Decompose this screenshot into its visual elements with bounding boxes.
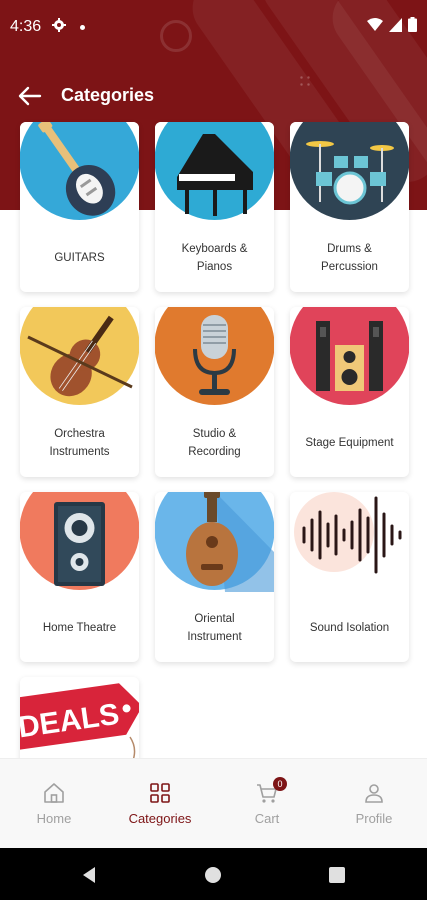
page-title: Categories (61, 85, 155, 105)
microphone-image (155, 307, 274, 407)
category-label: Orchestra Instruments (49, 428, 110, 458)
system-back-icon[interactable] (80, 866, 98, 884)
system-home-icon[interactable] (204, 866, 222, 884)
speakers-image (290, 307, 409, 407)
category-label: Sound Isolation (309, 622, 390, 634)
nav-cart[interactable]: 0 Cart (217, 777, 317, 841)
category-card-keyboards-pianos[interactable]: Keyboards & Pianos (155, 122, 274, 292)
piano-image (155, 122, 274, 222)
category-label: Keyboards & Pianos (181, 243, 248, 273)
nav-categories[interactable]: Categories (110, 781, 210, 841)
category-label: GUITARS (54, 252, 105, 264)
nav-profile[interactable]: Profile (324, 781, 424, 841)
system-recents-icon[interactable] (328, 866, 346, 884)
category-card-oriental-instrument[interactable]: Oriental Instrument (155, 492, 274, 662)
status-bar: 4:36 (0, 0, 427, 56)
category-label: Stage Equipment (305, 437, 394, 449)
category-label: Home Theatre (42, 622, 117, 634)
home-icon (44, 783, 64, 803)
status-time: 4:36 (10, 18, 42, 35)
nav-profile-label: Profile (355, 811, 393, 826)
soundwave-image (290, 492, 409, 592)
category-card-deals[interactable]: DEALS (20, 677, 139, 767)
bottom-navigation: Home Categories 0 Cart Profile (0, 758, 427, 848)
notification-dot-icon (80, 25, 85, 30)
violin-image (20, 307, 139, 407)
category-card-home-theatre[interactable]: Home Theatre (20, 492, 139, 662)
nav-home-label: Home (36, 811, 72, 826)
guitar-image (20, 122, 139, 222)
system-navigation-bar (0, 848, 427, 900)
categories-grid-icon (150, 783, 170, 803)
wifi-icon (367, 17, 383, 31)
nav-categories-label: Categories (128, 811, 192, 826)
cart-badge: 0 (273, 777, 287, 791)
category-card-studio-recording[interactable]: Studio & Recording (155, 307, 274, 477)
drums-image (290, 122, 409, 222)
back-button[interactable] (16, 82, 44, 110)
home-speaker-image (20, 492, 139, 592)
category-card-guitars[interactable]: GUITARS (20, 122, 139, 292)
oud-image (155, 492, 274, 592)
profile-icon (365, 784, 383, 803)
category-label: Studio & Recording (188, 428, 241, 458)
category-card-sound-isolation[interactable]: Sound Isolation (290, 492, 409, 662)
signal-icon (389, 17, 402, 32)
category-label: Drums & Percussion (321, 243, 378, 273)
category-label: Oriental Instrument (187, 613, 242, 643)
deals-tag-image: DEALS (20, 677, 139, 767)
category-card-drums-percussion[interactable]: Drums & Percussion (290, 122, 409, 292)
category-card-orchestra-instruments[interactable]: Orchestra Instruments (20, 307, 139, 477)
category-card-stage-equipment[interactable]: Stage Equipment (290, 307, 409, 477)
app-bar: Categories (0, 76, 427, 116)
nav-home[interactable]: Home (4, 781, 104, 841)
arrow-left-icon (18, 86, 42, 106)
battery-icon (408, 17, 417, 32)
settings-gear-icon (52, 18, 66, 32)
status-icons (367, 17, 417, 32)
nav-cart-label: Cart (254, 811, 280, 826)
categories-screen: 4:36 Categories GUITARS Keyboards & Pian… (0, 0, 427, 900)
